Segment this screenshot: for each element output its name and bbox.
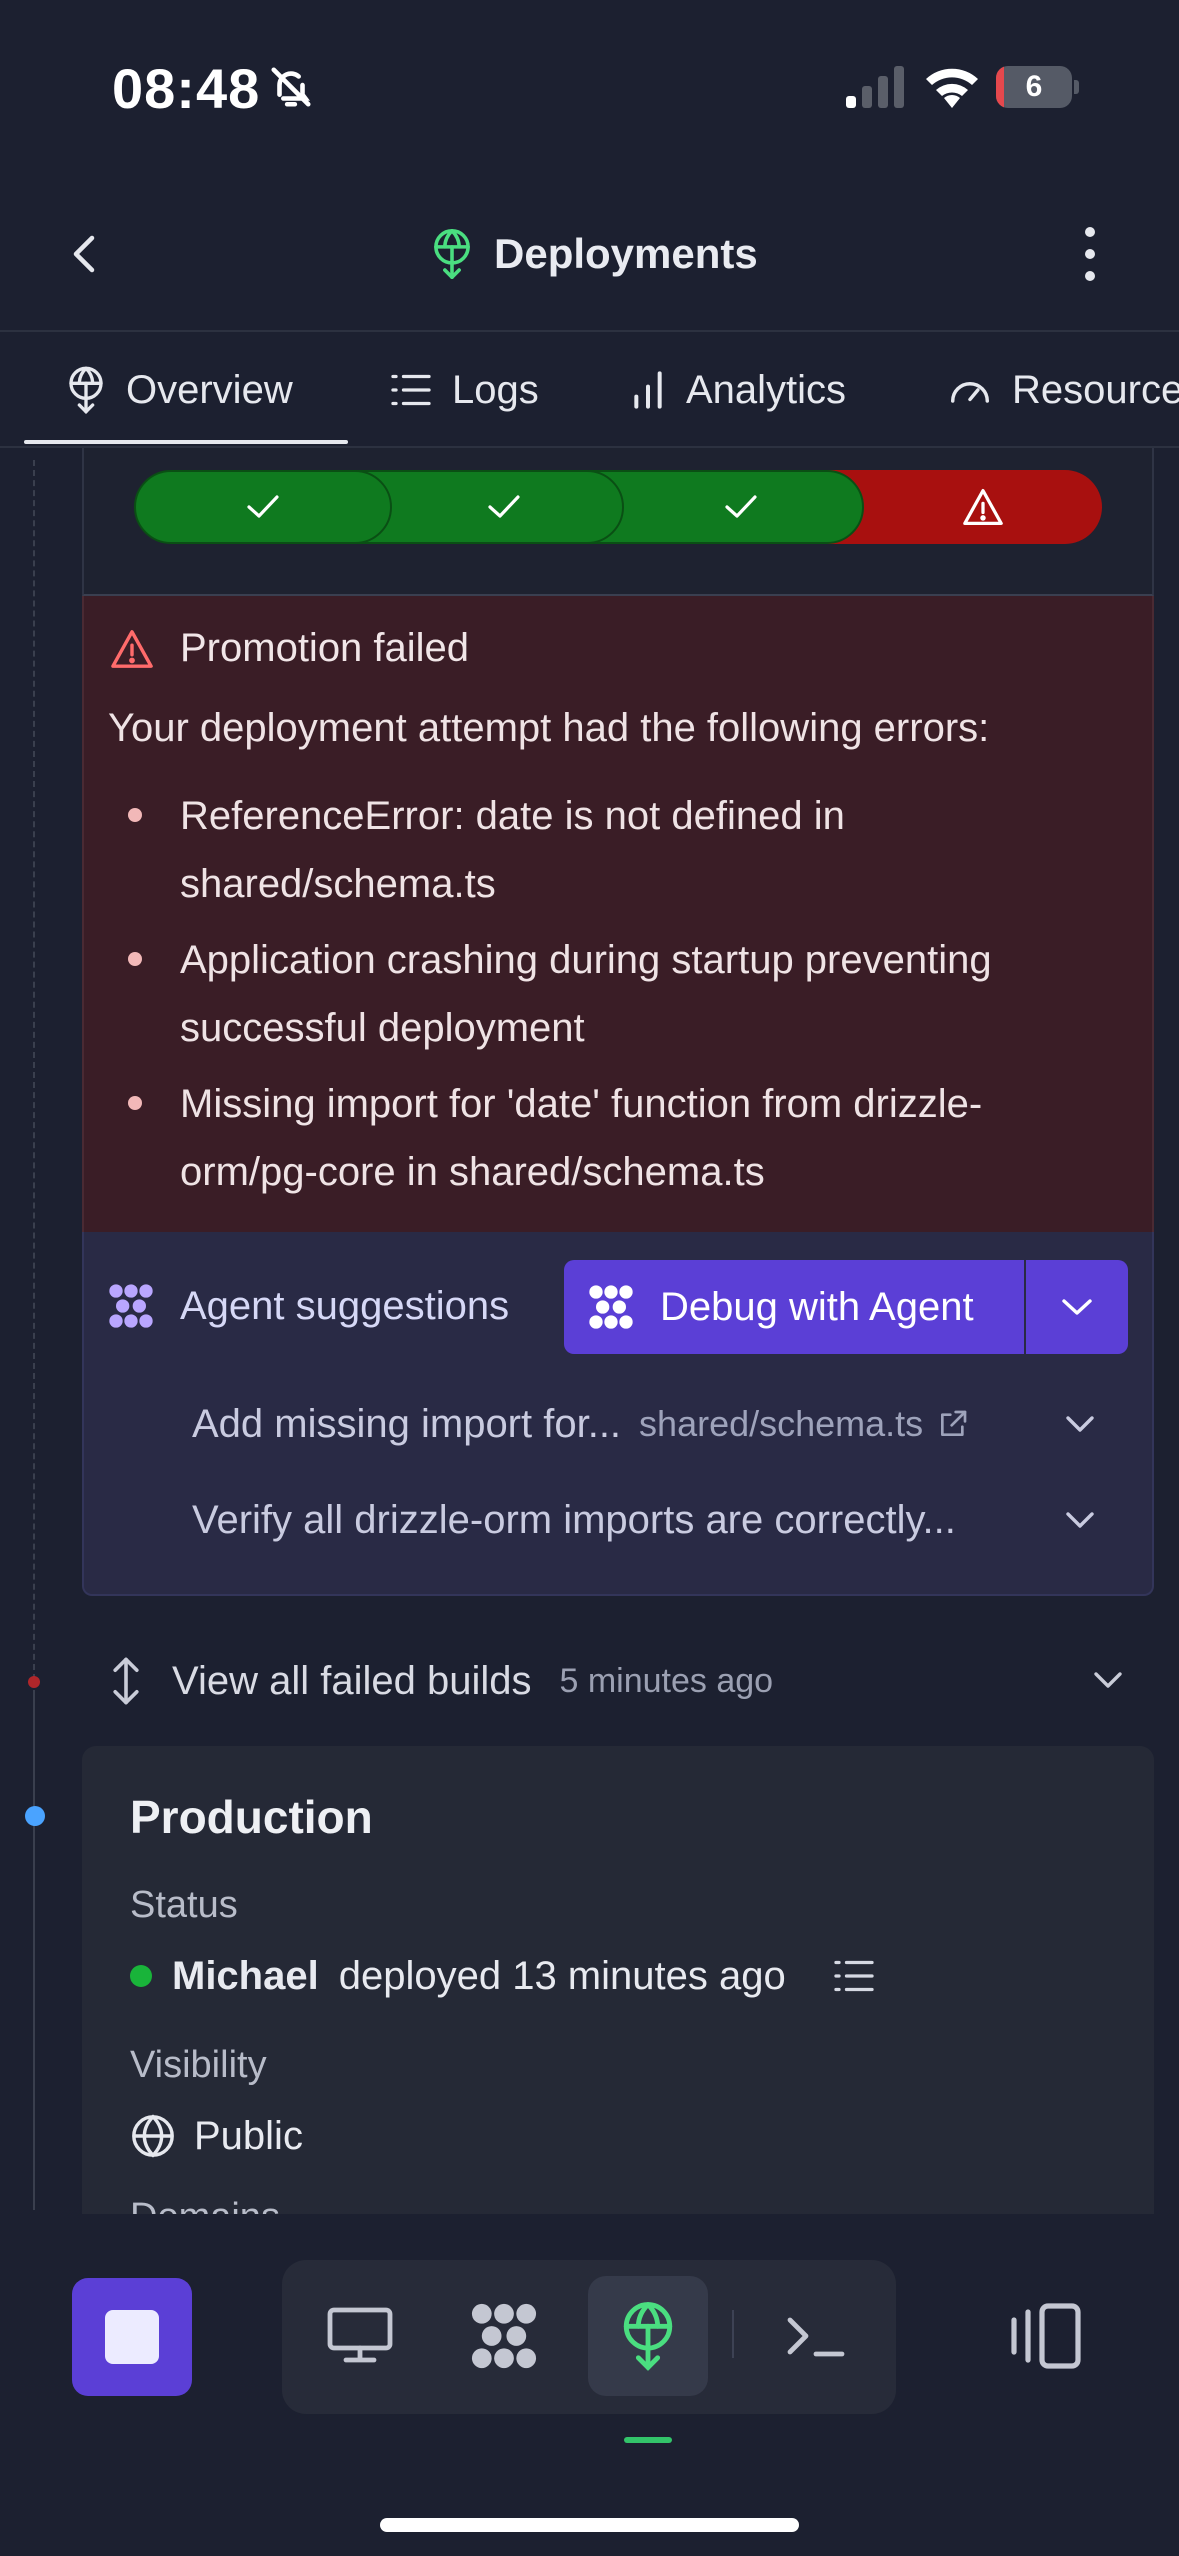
check-icon <box>247 495 279 518</box>
build-step-success <box>134 470 392 544</box>
logs-icon <box>391 374 431 406</box>
visibility-value: Public <box>130 2104 303 2168</box>
status-dot <box>130 1965 152 1987</box>
analytics-icon <box>634 371 662 409</box>
page-title: Deployments <box>430 222 758 286</box>
status-label: Status <box>130 1884 238 1926</box>
deployments-tool-button[interactable] <box>588 2276 708 2396</box>
monitor-icon <box>327 2307 393 2363</box>
error-intro: Your deployment attempt had the followin… <box>108 706 990 750</box>
active-tool-indicator <box>624 2437 672 2443</box>
resources-icon <box>950 381 990 403</box>
error-item: ReferenceError: date is not defined in s… <box>128 782 1088 918</box>
deployer-name: Michael <box>172 1953 319 1998</box>
warning-icon <box>111 629 153 668</box>
tab-overview[interactable]: Overview <box>66 332 293 448</box>
warning-icon <box>963 489 1003 525</box>
suggestion-item[interactable]: Add missing import for... shared/schema.… <box>192 1392 969 1456</box>
agent-icon <box>589 1285 633 1329</box>
deploy-icon <box>434 229 470 279</box>
expand-icon <box>113 1657 139 1705</box>
bell-muted-icon <box>271 67 311 107</box>
stop-icon <box>105 2310 159 2364</box>
tab-label: Analytics <box>686 367 847 412</box>
wifi-icon <box>926 68 978 108</box>
chevron-down-icon[interactable] <box>1060 1500 1100 1540</box>
suggestion-text: Add missing import for... <box>192 1401 622 1446</box>
agent-suggestions-header: Agent suggestions <box>106 1270 509 1342</box>
battery-indicator: 6 <box>996 66 1080 108</box>
tab-logs[interactable]: Logs <box>390 332 539 448</box>
agent-icon <box>109 1284 153 1328</box>
tab-bar: Overview Logs Analytics Resources <box>0 330 1179 448</box>
debug-with-agent-button[interactable]: Debug with Agent <box>564 1260 1024 1354</box>
timeline-dot-failed <box>28 1676 40 1688</box>
chevron-down-icon[interactable] <box>1088 1660 1128 1700</box>
failed-builds-time: 5 minutes ago <box>559 1661 774 1700</box>
timeline-line <box>33 1690 35 2210</box>
deploy-icon <box>623 2302 673 2371</box>
overview-icon <box>69 366 103 414</box>
active-tab-indicator <box>24 440 348 444</box>
agent-icon <box>471 2303 537 2369</box>
external-link-icon[interactable] <box>937 1408 969 1440</box>
error-item: Missing import for 'date' function from … <box>128 1070 1088 1206</box>
status-time: 08:48 <box>112 57 261 120</box>
signal-icon <box>846 66 904 108</box>
error-item: Application crashing during startup prev… <box>128 926 1088 1062</box>
terminal-icon <box>787 2317 845 2357</box>
globe-icon <box>132 2114 174 2158</box>
timeline-line <box>33 460 35 1680</box>
timeline-dot-production <box>25 1806 45 1826</box>
tab-label: Overview <box>126 367 293 412</box>
error-title-text: Promotion failed <box>180 626 470 670</box>
home-indicator <box>380 2518 799 2532</box>
tab-label: Logs <box>452 367 539 412</box>
error-title: Promotion failed <box>108 626 469 671</box>
suggestion-item[interactable]: Verify all drizzle-orm imports are corre… <box>192 1488 956 1552</box>
list-icon[interactable] <box>832 1958 876 1994</box>
visibility-text: Public <box>194 2113 303 2158</box>
preview-tool-button[interactable] <box>300 2276 420 2396</box>
page-title-text: Deployments <box>494 230 758 277</box>
more-icon[interactable] <box>1070 222 1110 286</box>
suggestion-text: Verify all drizzle-orm imports are corre… <box>192 1497 956 1542</box>
chevron-down-icon[interactable] <box>1060 1404 1100 1444</box>
stop-button[interactable] <box>72 2278 192 2396</box>
production-title: Production <box>130 1791 373 1843</box>
panel-icon[interactable] <box>1006 2300 1086 2372</box>
check-icon <box>488 495 520 518</box>
visibility-label: Visibility <box>130 2044 267 2086</box>
deployment-status: Michael deployed 13 minutes ago <box>130 1944 876 2008</box>
tab-analytics[interactable]: Analytics <box>630 332 846 448</box>
debug-options-button[interactable] <box>1026 1260 1128 1354</box>
suggestion-file-link[interactable]: shared/schema.ts <box>639 1403 923 1445</box>
agent-suggestions-label: Agent suggestions <box>180 1283 510 1328</box>
debug-button-label: Debug with Agent <box>660 1284 974 1329</box>
agent-tool-button[interactable] <box>444 2276 564 2396</box>
dock-divider <box>732 2310 734 2358</box>
tab-label: Resources <box>1012 367 1179 412</box>
chevron-down-icon <box>1062 1299 1092 1315</box>
view-failed-builds-row[interactable]: View all failed builds 5 minutes ago <box>108 1646 773 1716</box>
view-failed-builds-label: View all failed builds <box>172 1658 532 1703</box>
shell-tool-button[interactable] <box>756 2276 876 2396</box>
battery-level: 6 <box>1025 70 1043 103</box>
back-icon[interactable] <box>56 222 112 286</box>
check-icon <box>725 495 757 518</box>
tab-resources[interactable]: Resources <box>948 332 1179 448</box>
deployed-text: deployed 13 minutes ago <box>338 1953 786 1998</box>
build-steps <box>134 470 1102 544</box>
